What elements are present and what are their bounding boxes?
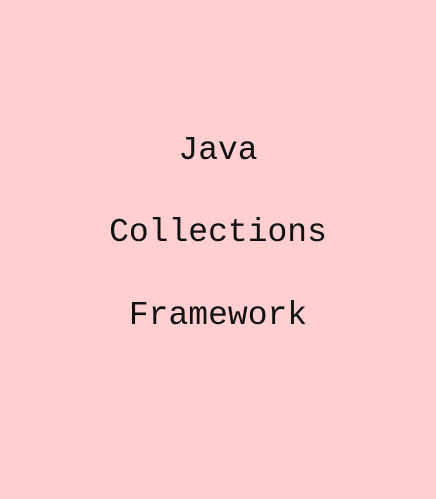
- title-line-framework: Framework: [128, 297, 308, 334]
- title-line-collections: Collections: [109, 214, 327, 251]
- title-card: Java Collections Framework: [0, 0, 436, 499]
- title-line-java: Java: [178, 132, 258, 169]
